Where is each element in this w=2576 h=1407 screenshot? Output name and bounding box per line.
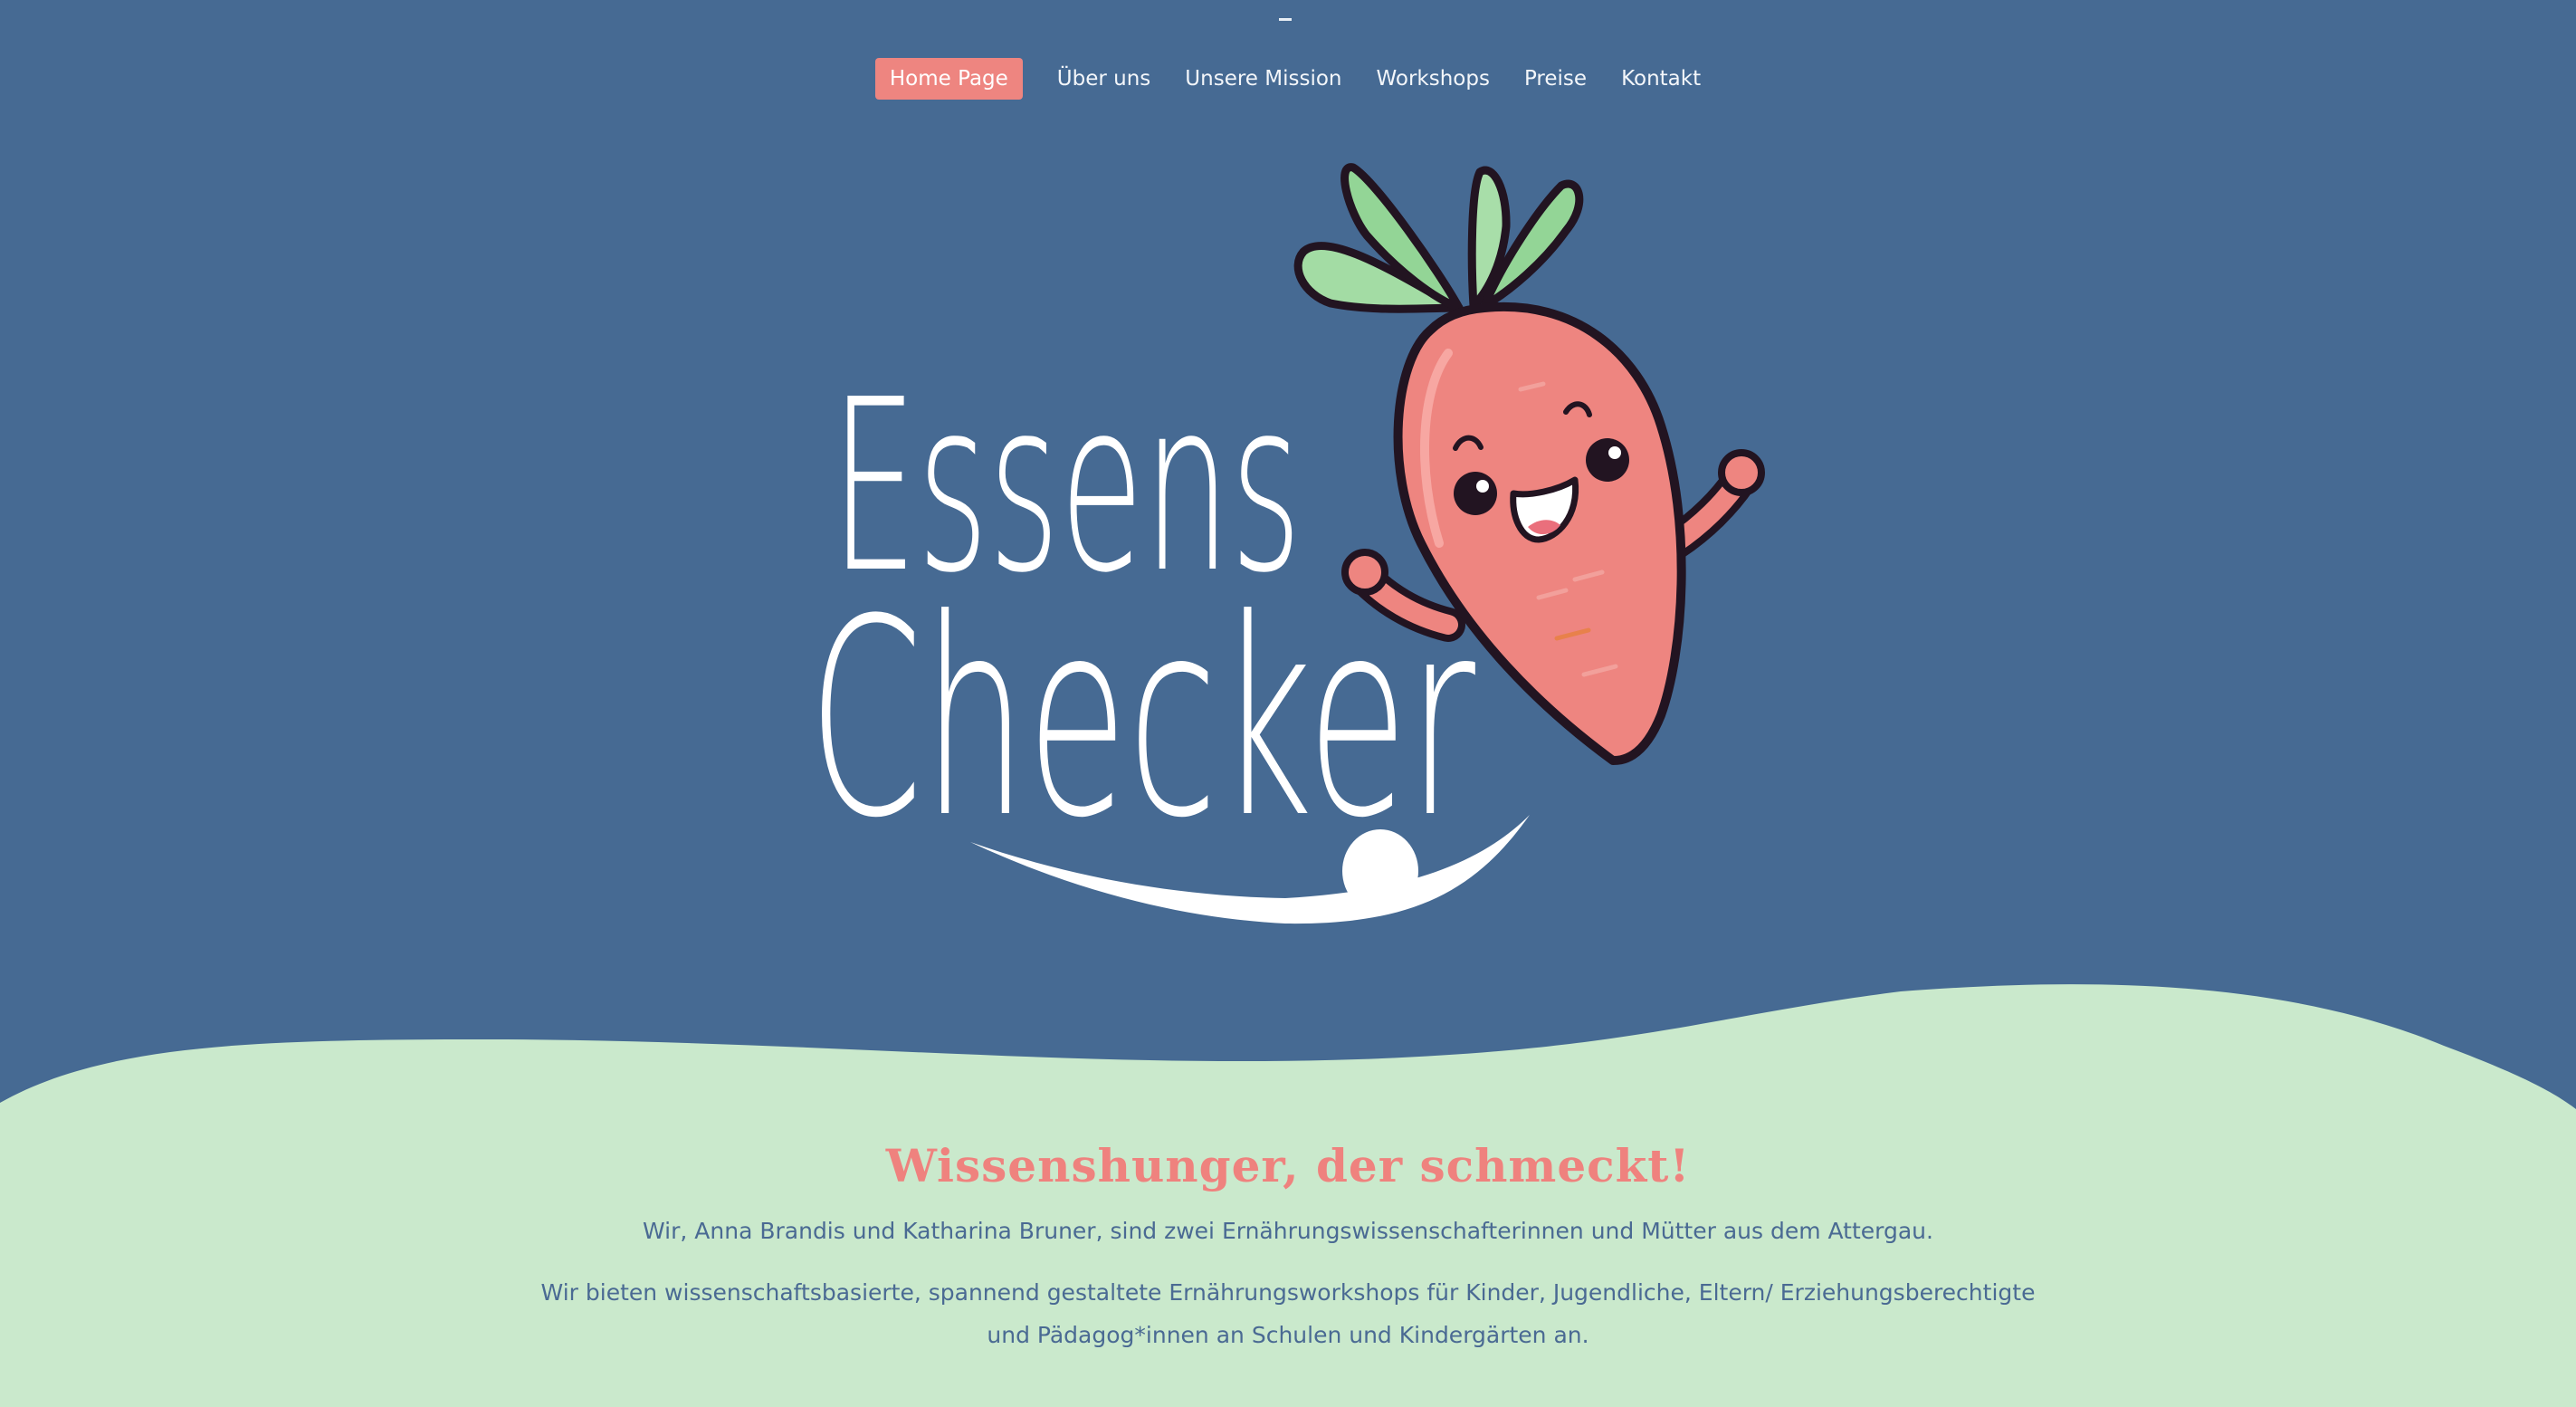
intro-section: Wissenshunger, der schmeckt! Wir, Anna B… [0,1132,2576,1356]
page: Home Page Über uns Unsere Mission Worksh… [0,0,2576,1407]
intro-paragraph-1: Wir, Anna Brandis und Katharina Bruner, … [643,1218,1933,1244]
intro-headline: Wissenshunger, der schmeckt! [885,1139,1691,1192]
intro-paragraph-2: Wir bieten wissenschaftsbasierte, spanne… [540,1279,2036,1348]
